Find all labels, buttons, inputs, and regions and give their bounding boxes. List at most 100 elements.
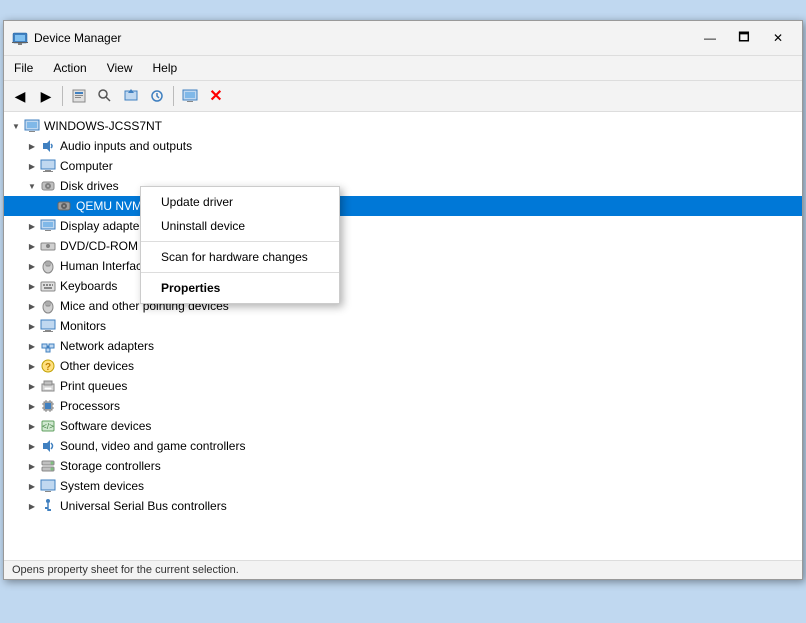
tree-item-software[interactable]: ▶ </> Software devices [4,416,802,436]
expand-hid-icon: ▶ [24,258,40,274]
network-label: Network adapters [60,339,154,353]
tree-item-hid[interactable]: ▶ Human Interface Devices [4,256,802,276]
remove-button[interactable]: ✕ [204,84,228,108]
system-icon [40,478,56,494]
status-bar: Opens property sheet for the current sel… [4,560,802,579]
ctx-separator-1 [141,241,339,242]
search-button[interactable] [93,84,117,108]
window-title: Device Manager [34,31,694,45]
close-button[interactable]: ✕ [762,27,794,49]
back-button[interactable]: ◀ [8,84,32,108]
computer-label: Computer [60,159,113,173]
hid-icon [40,258,56,274]
sound-icon [40,438,56,454]
other-icon: ? [40,358,56,374]
properties-button[interactable] [67,84,91,108]
device-manager-icon-button[interactable] [178,84,202,108]
tree-view[interactable]: ▼ WINDOWS-JCSS7NT ▶ Audio inputs and out… [4,112,802,560]
tree-item-qemu[interactable]: QEMU NVMe Ctrl [4,196,802,216]
tree-item-system[interactable]: ▶ System devices [4,476,802,496]
window-icon [12,30,28,46]
expand-storage-icon: ▶ [24,458,40,474]
expand-qemu-icon [40,198,56,214]
expand-audio-icon: ▶ [24,138,40,154]
menu-action[interactable]: Action [43,58,96,78]
tree-item-print[interactable]: ▶ Print queues [4,376,802,396]
disk-icon [40,178,56,194]
context-menu: Update driver Uninstall device Scan for … [140,186,340,304]
print-icon [40,378,56,394]
print-label: Print queues [60,379,127,393]
maximize-button[interactable]: 🗖 [728,27,760,49]
tree-item-monitors[interactable]: ▶ Monitors [4,316,802,336]
monitors-label: Monitors [60,319,106,333]
expand-usb-icon: ▶ [24,498,40,514]
tree-item-other[interactable]: ▶ ? Other devices [4,356,802,376]
tree-item-storage[interactable]: ▶ Storage controllers [4,456,802,476]
menu-file[interactable]: File [4,58,43,78]
root-label: WINDOWS-JCSS7NT [44,119,162,133]
software-label: Software devices [60,419,151,433]
device-manager-window: Device Manager — 🗖 ✕ File Action View He… [3,20,803,580]
scan-button[interactable] [145,84,169,108]
expand-sound-icon: ▶ [24,438,40,454]
display-label: Display adapters [60,219,149,233]
storage-icon [40,458,56,474]
expand-display-icon: ▶ [24,218,40,234]
expand-processors-icon: ▶ [24,398,40,414]
expand-system-icon: ▶ [24,478,40,494]
menu-bar: File Action View Help [4,56,802,81]
tree-item-disk-drives[interactable]: ▼ Disk drives [4,176,802,196]
expand-monitors-icon: ▶ [24,318,40,334]
other-label: Other devices [60,359,134,373]
qemu-icon [56,198,72,214]
tree-item-mice[interactable]: ▶ Mice and other pointing devices [4,296,802,316]
ctx-properties[interactable]: Properties [141,276,339,300]
ctx-separator-2 [141,272,339,273]
expand-dvd-icon: ▶ [24,238,40,254]
usb-icon [40,498,56,514]
tree-item-computer[interactable]: ▶ Computer [4,156,802,176]
tree-item-network[interactable]: ▶ Network adapters [4,336,802,356]
tree-item-usb[interactable]: ▶ Universal Serial Bus controllers [4,496,802,516]
network-icon [40,338,56,354]
keyboard-icon [40,278,56,294]
toolbar-separator-2 [173,86,174,106]
software-icon: </> [40,418,56,434]
ctx-scan[interactable]: Scan for hardware changes [141,245,339,269]
menu-help[interactable]: Help [143,58,188,78]
processors-icon [40,398,56,414]
tree-root[interactable]: ▼ WINDOWS-JCSS7NT [4,116,802,136]
title-bar: Device Manager — 🗖 ✕ [4,21,802,56]
disk-drives-label: Disk drives [60,179,119,193]
svg-text:?: ? [45,362,51,373]
ctx-update-driver[interactable]: Update driver [141,190,339,214]
expand-software-icon: ▶ [24,418,40,434]
forward-button[interactable]: ▶ [34,84,58,108]
usb-label: Universal Serial Bus controllers [60,499,227,513]
audio-icon [40,138,56,154]
expand-other-icon: ▶ [24,358,40,374]
tree-item-dvd[interactable]: ▶ DVD/CD-ROM drives [4,236,802,256]
menu-view[interactable]: View [97,58,143,78]
monitors-icon [40,318,56,334]
root-icon [24,118,40,134]
tree-item-sound[interactable]: ▶ Sound, video and game controllers [4,436,802,456]
update-driver-button[interactable] [119,84,143,108]
svg-text:</>: </> [42,422,54,431]
display-icon [40,218,56,234]
computer-icon [40,158,56,174]
tree-item-audio[interactable]: ▶ Audio inputs and outputs [4,136,802,156]
ctx-uninstall[interactable]: Uninstall device [141,214,339,238]
system-label: System devices [60,479,144,493]
processors-label: Processors [60,399,120,413]
tree-item-display[interactable]: ▶ Display adapters [4,216,802,236]
expand-mice-icon: ▶ [24,298,40,314]
minimize-button[interactable]: — [694,27,726,49]
expand-print-icon: ▶ [24,378,40,394]
status-text: Opens property sheet for the current sel… [12,564,239,576]
title-bar-buttons: — 🗖 ✕ [694,27,794,49]
tree-item-processors[interactable]: ▶ Processors [4,396,802,416]
mice-icon [40,298,56,314]
tree-item-keyboard[interactable]: ▶ Keyboards [4,276,802,296]
